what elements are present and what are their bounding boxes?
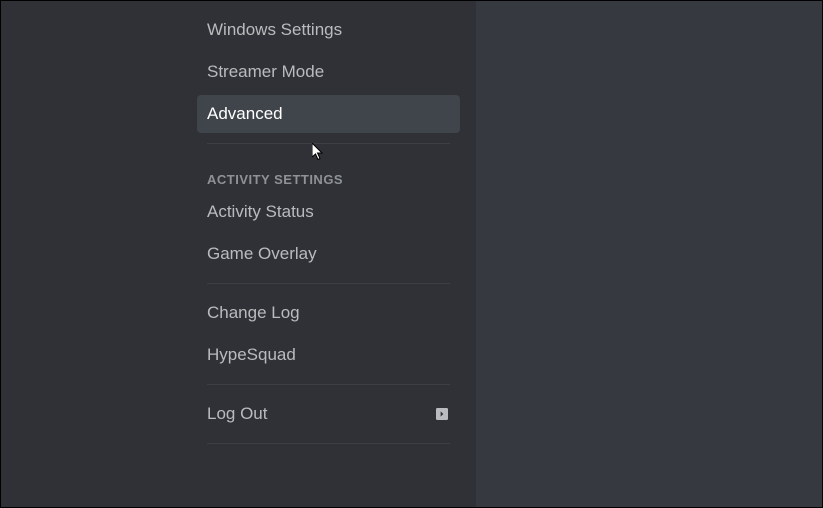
sidebar-item-label: Advanced [207, 103, 283, 125]
sidebar-item-label: Activity Status [207, 201, 314, 223]
separator [207, 283, 450, 284]
settings-sidebar: Windows Settings Streamer Mode Advanced … [1, 1, 476, 507]
separator [207, 443, 450, 444]
sidebar-item-change-log[interactable]: Change Log [197, 294, 460, 332]
sidebar-item-label: Change Log [207, 302, 300, 324]
sidebar-item-advanced[interactable]: Advanced [197, 95, 460, 133]
sidebar-item-label: HypeSquad [207, 344, 296, 366]
sidebar-item-streamer-mode[interactable]: Streamer Mode [197, 53, 460, 91]
separator [207, 384, 450, 385]
sidebar-item-label: Streamer Mode [207, 61, 324, 83]
separator [207, 143, 450, 144]
sidebar-item-game-overlay[interactable]: Game Overlay [197, 235, 460, 273]
logout-icon [434, 406, 450, 422]
sidebar-item-hypesquad[interactable]: HypeSquad [197, 336, 460, 374]
sidebar-item-label: Windows Settings [207, 19, 342, 41]
sidebar-item-logout[interactable]: Log Out [197, 395, 460, 433]
sidebar-item-label: Game Overlay [207, 243, 317, 265]
content-area [476, 1, 822, 507]
sidebar-item-windows-settings[interactable]: Windows Settings [197, 11, 460, 49]
sidebar-item-activity-status[interactable]: Activity Status [197, 193, 460, 231]
sidebar-item-label: Log Out [207, 403, 268, 425]
section-header-activity: ACTIVITY SETTINGS [197, 154, 460, 193]
